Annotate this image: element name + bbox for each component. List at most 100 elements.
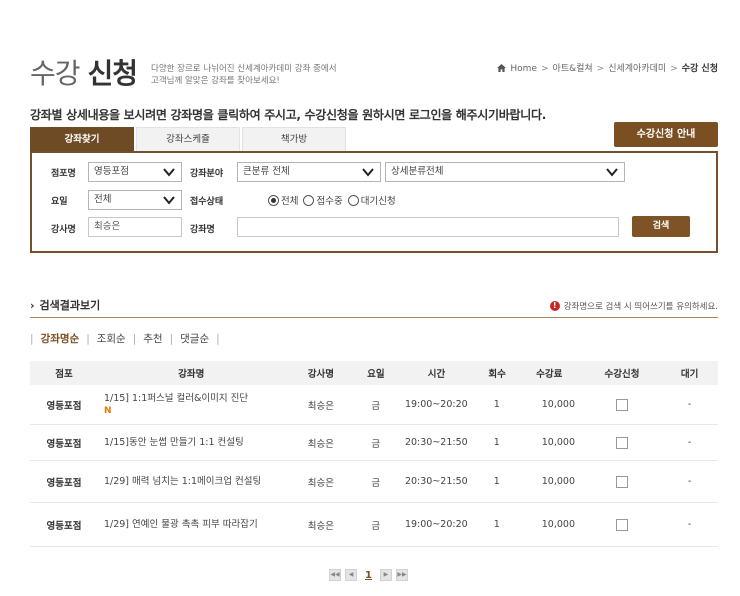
- breadcrumb-academy[interactable]: 신세계아카데미: [608, 64, 666, 74]
- search-panel: 점포명 영등포점 강좌분야 큰분류 전체 상세분류전체 요일 전체 접수상태 전…: [30, 151, 718, 253]
- breadcrumb-art-culture[interactable]: 아트&컬쳐: [553, 64, 593, 74]
- chevron-down-icon: [606, 168, 618, 177]
- new-badge: N: [103, 405, 112, 416]
- day-select[interactable]: 전체: [88, 190, 182, 210]
- sort-by-name[interactable]: 강좌명순: [41, 333, 80, 345]
- breadcrumb-separator: >: [670, 64, 678, 74]
- status-label: 접수상태: [190, 197, 224, 207]
- row-time: 20:30~21:50: [404, 476, 468, 487]
- registration-guide-button[interactable]: 수강신청 안내: [614, 122, 718, 147]
- page-title: 수강 신청: [30, 52, 138, 92]
- apply-checkbox[interactable]: [616, 436, 629, 449]
- page-number-current[interactable]: 1: [365, 570, 372, 581]
- page-subtitle: 다양한 장르로 나뉘어진 신세계아카데미 강좌 중에서 고객님께 알맞은 강좌를…: [151, 63, 337, 87]
- row-fee: 10,000: [541, 476, 575, 487]
- row-fee: 10,000: [541, 437, 575, 448]
- chevron-down-icon: [163, 168, 175, 177]
- row-apply: [583, 503, 661, 546]
- row-wait: -: [687, 437, 692, 448]
- sort-divider: |: [86, 333, 90, 345]
- table-header: 점포 강좌명 강사명 요일 시간 회수 수강료 수강신청 대기: [30, 361, 718, 385]
- course-table: 점포 강좌명 강사명 요일 시간 회수 수강료 수강신청 대기 영등포점 1/1…: [30, 361, 718, 547]
- last-page-icon[interactable]: ▶▶: [395, 569, 408, 581]
- sort-options: | 강좌명순 | 조회순 | 추천 | 댓글순 |: [30, 331, 227, 346]
- course-name-link[interactable]: 1/15]동안 눈썹 만들기 1:1 컨설팅: [104, 437, 244, 448]
- row-course[interactable]: 1/29] 매력 넘치는 1:1메이크업 컨설팅: [98, 461, 285, 502]
- row-count: 1: [493, 399, 500, 410]
- radio-unchecked-icon: [347, 194, 359, 206]
- row-time: 20:30~21:50: [404, 437, 468, 448]
- row-fee: 10,000: [541, 399, 575, 410]
- tab-course-search[interactable]: 강좌찾기: [30, 127, 134, 151]
- col-fee: 수강료: [536, 369, 563, 380]
- row-count: 1: [493, 437, 500, 448]
- store-select-value: 영등포점: [94, 166, 129, 177]
- table-row: 영등포점 1/15] 1:1퍼스널 컬러&이미지 진단 N 최승은 금 19:00…: [30, 385, 718, 425]
- status-radio-waitlist[interactable]: 대기신청: [347, 193, 396, 207]
- row-course[interactable]: 1/29] 연예인 물광 촉촉 피부 따라잡기: [98, 503, 285, 546]
- status-radio-waitlist-label: 대기신청: [360, 196, 396, 207]
- search-button[interactable]: 검색: [632, 216, 690, 237]
- page-title-light: 수강: [30, 57, 81, 90]
- course-name-link[interactable]: 1/15] 1:1퍼스널 컬러&이미지 진단: [104, 393, 248, 404]
- breadcrumb-separator: >: [540, 64, 549, 74]
- col-apply: 수강신청: [604, 369, 640, 380]
- teacher-label: 강사명: [51, 225, 76, 235]
- sort-divider: |: [169, 333, 174, 345]
- row-time: 19:00~20:20: [404, 399, 468, 410]
- row-teacher: 최승은: [307, 438, 334, 450]
- row-teacher: 최승은: [307, 520, 334, 532]
- row-count: 1: [493, 519, 500, 530]
- radio-unchecked-icon: [303, 194, 315, 206]
- table-row: 영등포점 1/29] 매력 넘치는 1:1메이크업 컨설팅 최승은 금 20:3…: [30, 461, 718, 503]
- next-page-icon[interactable]: ▶: [379, 569, 392, 581]
- row-course[interactable]: 1/15]동안 눈썹 만들기 1:1 컨설팅: [98, 425, 285, 460]
- login-notice: 강좌별 상세내용을 보시려면 강좌명을 클릭하여 주시고, 수강신청을 원하시면…: [30, 108, 546, 122]
- status-radio-open[interactable]: 접수중: [303, 193, 343, 207]
- status-radio-open-label: 접수중: [316, 196, 343, 207]
- sort-by-views[interactable]: 조회순: [97, 333, 126, 345]
- subcategory-select[interactable]: 상세분류전체: [385, 162, 625, 182]
- page-subtitle-line1: 다양한 장르로 나뉘어진 신세계아카데미 강좌 중에서: [151, 64, 337, 74]
- breadcrumb-home[interactable]: Home: [510, 64, 537, 74]
- row-count: 1: [493, 476, 500, 487]
- col-wait: 대기: [680, 369, 699, 380]
- row-store: 영등포점: [46, 520, 82, 532]
- course-name-link[interactable]: 1/29] 매력 넘치는 1:1메이크업 컨설팅: [104, 476, 261, 487]
- results-note: ! 강좌명으로 검색 시 띄어쓰기를 유의하세요.: [549, 300, 718, 312]
- row-course[interactable]: 1/15] 1:1퍼스널 컬러&이미지 진단 N: [98, 385, 285, 424]
- teacher-input[interactable]: 최승은: [88, 217, 182, 237]
- chevron-down-icon: [163, 196, 175, 205]
- sort-divider: |: [30, 333, 34, 345]
- apply-checkbox[interactable]: [616, 398, 629, 411]
- row-store: 영등포점: [46, 438, 82, 450]
- pagination: ◀◀ ◀ 1 ▶ ▶▶: [329, 569, 412, 581]
- tab-bookbag[interactable]: 책가방: [242, 127, 346, 151]
- course-name-input[interactable]: [237, 217, 619, 237]
- course-name-link[interactable]: 1/29] 연예인 물광 촉촉 피부 따라잡기: [104, 519, 258, 530]
- status-radio-group: 전체 접수중 대기신청: [268, 193, 401, 207]
- row-day: 금: [371, 438, 381, 450]
- sort-by-recommend[interactable]: 추천: [143, 333, 162, 345]
- row-store: 영등포점: [46, 400, 82, 412]
- chevron-down-icon: [362, 168, 374, 177]
- chevron-right-icon: ›: [30, 299, 35, 312]
- category-select[interactable]: 큰분류 전체: [237, 162, 381, 182]
- results-title: › 검색결과보기: [30, 297, 100, 313]
- row-fee: 10,000: [541, 519, 575, 530]
- status-radio-all[interactable]: 전체: [268, 193, 298, 207]
- col-store: 점포: [55, 369, 73, 380]
- sort-by-comments[interactable]: 댓글순: [180, 333, 209, 345]
- store-label: 점포명: [51, 169, 76, 179]
- store-select[interactable]: 영등포점: [88, 162, 182, 182]
- page-subtitle-line2: 고객님께 알맞은 강좌를 찾아보세요!: [151, 76, 280, 86]
- tab-course-schedule[interactable]: 강좌스케쥴: [136, 127, 240, 151]
- row-teacher: 최승은: [307, 400, 334, 412]
- row-apply: [583, 425, 661, 460]
- col-course: 강좌명: [178, 369, 205, 380]
- apply-checkbox[interactable]: [616, 518, 629, 531]
- prev-page-icon[interactable]: ◀: [345, 569, 357, 581]
- first-page-icon[interactable]: ◀◀: [329, 569, 341, 581]
- apply-checkbox[interactable]: [616, 475, 629, 488]
- tab-bar: 강좌찾기 강좌스케쥴 책가방: [30, 127, 348, 151]
